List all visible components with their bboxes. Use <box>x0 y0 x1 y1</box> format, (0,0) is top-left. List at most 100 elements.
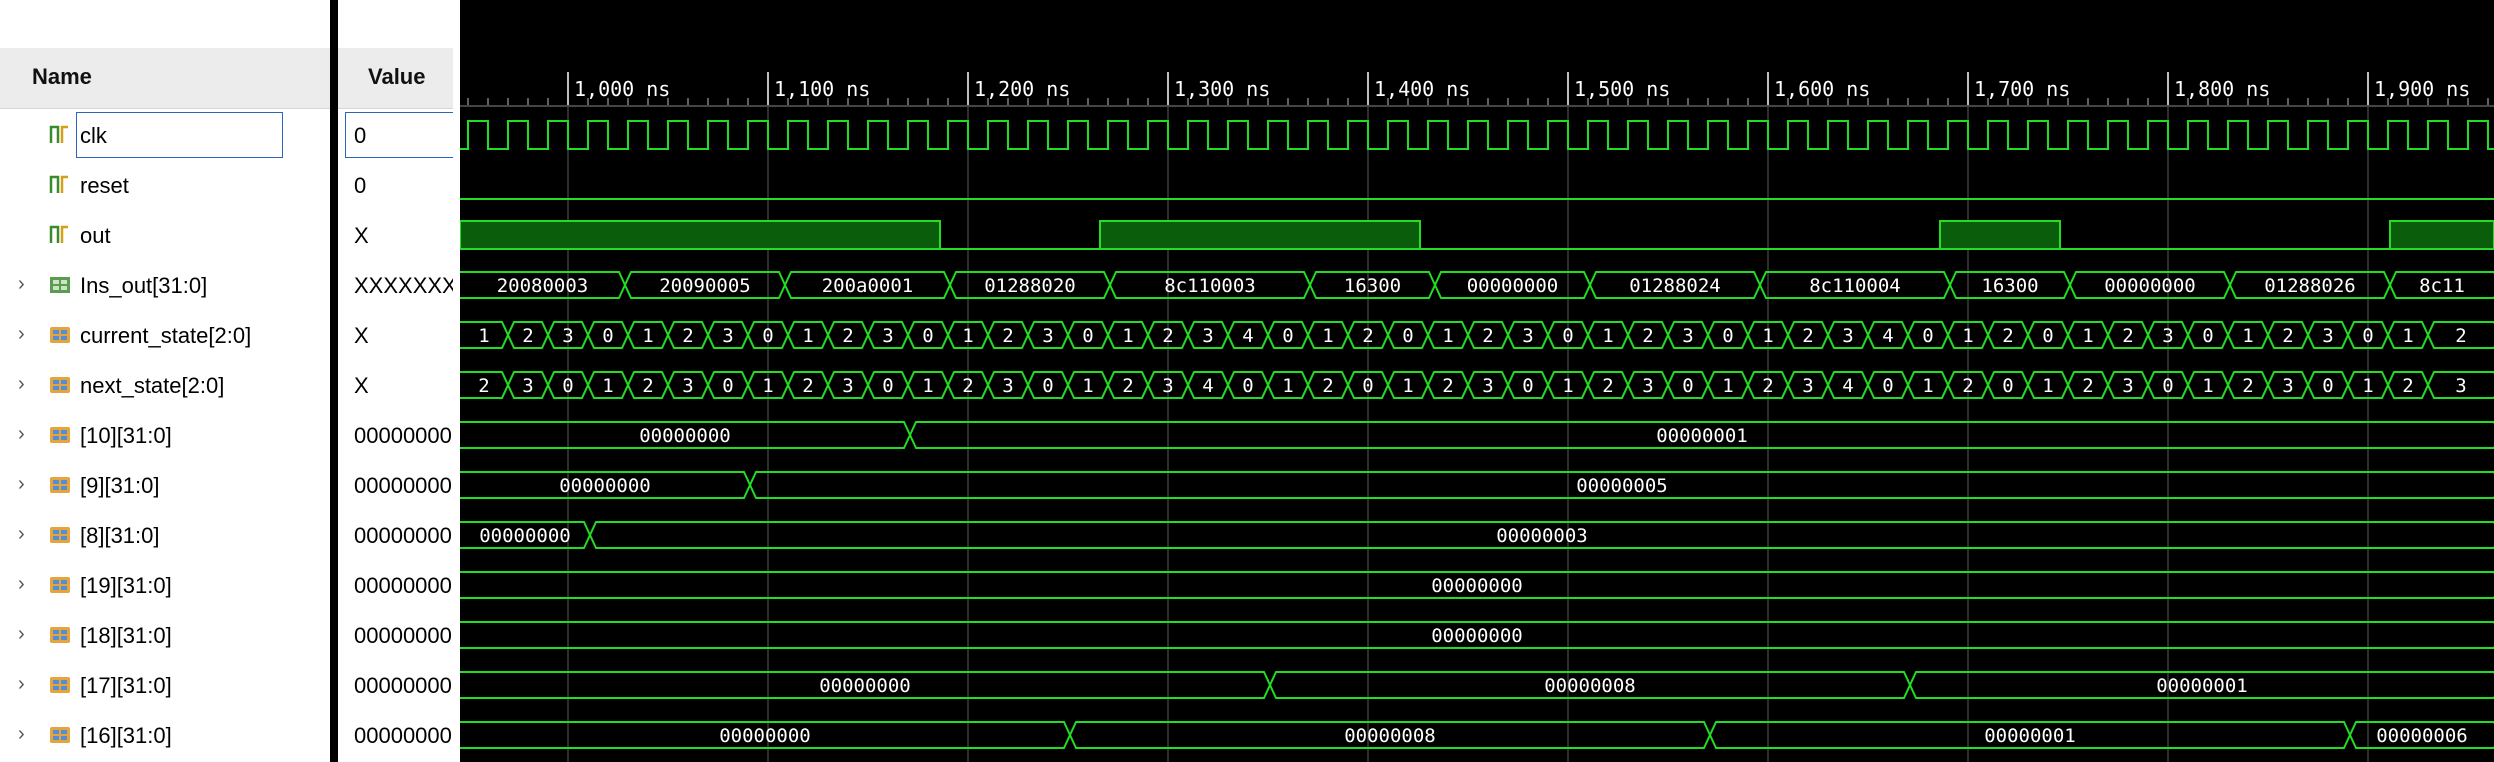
name-column-header[interactable]: Name <box>0 48 330 109</box>
signal-name: [8][31:0] <box>80 523 160 548</box>
ins-out-value-label: 20090005 <box>659 275 751 297</box>
next-state-value-label: 3 <box>1802 375 1813 397</box>
current-state-value-label: 1 <box>1322 325 1333 347</box>
waveform-panel[interactable]: 1,000 ns 1,100 ns 1,200 ns 1,300 ns 1,400 ns… <box>460 0 2494 762</box>
next-state-value-label: 1 <box>1722 375 1733 397</box>
bit-signal-icon <box>48 173 72 197</box>
current-state-value-label: 0 <box>762 325 773 347</box>
current-state-value-label: 1 <box>2082 325 2093 347</box>
reg9-value-label: 00000000 <box>559 475 651 497</box>
current-state-value-label: 1 <box>802 325 813 347</box>
signal-row[interactable]: › Ins_out[31:0] <box>0 260 330 310</box>
current-state-value-label: 1 <box>1122 325 1133 347</box>
ins-out-value-label: 16300 <box>1981 275 2038 297</box>
reg16-value-label: 00000008 <box>1344 725 1436 747</box>
chevron-right-icon[interactable]: › <box>18 623 38 646</box>
selected-name-outline <box>76 112 283 158</box>
signal-name: [17][31:0] <box>80 673 172 698</box>
clk-waveform <box>460 120 2494 150</box>
ruler-tick-label: 1,800 ns <box>2174 77 2270 101</box>
chevron-right-icon[interactable]: › <box>18 423 38 446</box>
ruler-tick-label: 1,700 ns <box>1974 77 2070 101</box>
next-state-value-label: 4 <box>1202 375 1213 397</box>
chevron-right-icon[interactable]: › <box>18 323 38 346</box>
current-state-value-label: 0 <box>2042 325 2053 347</box>
chevron-right-icon[interactable]: › <box>18 373 38 396</box>
next-state-value-label: 0 <box>2322 375 2333 397</box>
current-state-value-label: 3 <box>1682 325 1693 347</box>
next-state-value-label: 0 <box>1242 375 1253 397</box>
next-state-value-label: 2 <box>2242 375 2253 397</box>
next-state-value-label: 3 <box>522 375 533 397</box>
value-header-label: Value <box>368 64 426 89</box>
signal-row[interactable]: › next_state[2:0] <box>0 360 330 410</box>
next-state-value-label: 2 <box>1762 375 1773 397</box>
next-state-value-label: 0 <box>1882 375 1893 397</box>
chevron-right-icon[interactable]: › <box>18 673 38 696</box>
signal-row[interactable]: › [16][31:0] <box>0 710 330 760</box>
reg16-value-label: 00000000 <box>719 725 811 747</box>
reg8-value-label: 00000003 <box>1496 525 1588 547</box>
next-state-value-label: 3 <box>842 375 853 397</box>
ruler-tick-label: 1,400 ns <box>1374 77 1470 101</box>
reg19-value-label: 00000000 <box>1431 575 1523 597</box>
current-state-value-label: 2 <box>1362 325 1373 347</box>
chevron-right-icon[interactable]: › <box>18 273 38 296</box>
signal-name: current_state[2:0] <box>80 323 252 348</box>
value-column-header[interactable]: Value <box>338 48 453 109</box>
chevron-right-icon[interactable]: › <box>18 523 38 546</box>
signal-row[interactable]: › [19][31:0] <box>0 560 330 610</box>
signal-row[interactable]: › [17][31:0] <box>0 660 330 710</box>
current-state-value-label: 2 <box>1642 325 1653 347</box>
signal-value: 00000000 <box>354 673 452 698</box>
next-state-value-label: 0 <box>1682 375 1693 397</box>
next-state-value-label: 1 <box>922 375 933 397</box>
current-state-value-label: 2 <box>2282 325 2293 347</box>
current-state-value-label: 3 <box>562 325 573 347</box>
reg17-value-label: 00000000 <box>819 675 911 697</box>
signal-row[interactable]: › [9][31:0] <box>0 460 330 510</box>
chevron-right-icon[interactable]: › <box>18 573 38 596</box>
signal-row[interactable]: out <box>0 210 330 260</box>
ins-out-value-label: 01288026 <box>2264 275 2356 297</box>
out-waveform-x-region <box>460 220 941 250</box>
bus-signal-icon <box>48 723 72 747</box>
next-state-value-label: 3 <box>2122 375 2133 397</box>
next-state-value-label: 2 <box>478 375 489 397</box>
next-state-value-label: 1 <box>762 375 773 397</box>
next-state-value-label: 1 <box>1282 375 1293 397</box>
signal-row[interactable]: › [10][31:0] <box>0 410 330 460</box>
current-state-value-label: 1 <box>1762 325 1773 347</box>
next-state-value-label: 0 <box>562 375 573 397</box>
next-state-value-label: 4 <box>1842 375 1853 397</box>
reg16-value-label: 00000006 <box>2376 725 2468 747</box>
ins-out-value-label: 16300 <box>1344 275 1401 297</box>
signal-row[interactable]: › [8][31:0] <box>0 510 330 560</box>
signal-value: X <box>354 373 369 398</box>
signal-value: 00000000 <box>354 523 452 548</box>
current-state-value-label: 2 <box>1002 325 1013 347</box>
next-state-value-label: 0 <box>1522 375 1533 397</box>
current-state-value-label: 0 <box>602 325 613 347</box>
chevron-right-icon[interactable]: › <box>18 723 38 746</box>
reg9-value-label: 00000005 <box>1576 475 1668 497</box>
waveform-canvas[interactable]: 1,000 ns 1,100 ns 1,200 ns 1,300 ns 1,400 ns… <box>460 0 2494 762</box>
signal-row[interactable]: clk <box>0 110 330 160</box>
ins-out-value-label: 00000000 <box>1467 275 1559 297</box>
bus-output-icon <box>48 273 72 297</box>
signal-row[interactable]: reset <box>0 160 330 210</box>
signal-row[interactable]: › [18][31:0] <box>0 610 330 660</box>
next-state-value-label: 0 <box>2162 375 2173 397</box>
signal-row[interactable]: › current_state[2:0] <box>0 310 330 360</box>
reg10-waveform <box>460 421 2494 449</box>
wave-panel-divider[interactable] <box>453 0 460 762</box>
current-state-value-label: 4 <box>1242 325 1253 347</box>
next-state-value-label: 0 <box>722 375 733 397</box>
ins-out-value-label: 00000000 <box>2104 275 2196 297</box>
reg16-value-label: 00000001 <box>1984 725 2076 747</box>
next-state-value-label: 1 <box>2202 375 2213 397</box>
panel-divider[interactable] <box>330 0 338 762</box>
signal-names-panel: Name clk reset out › Ins_out[31:0] › current_s… <box>0 0 330 762</box>
chevron-right-icon[interactable]: › <box>18 473 38 496</box>
current-state-value-label: 2 <box>842 325 853 347</box>
